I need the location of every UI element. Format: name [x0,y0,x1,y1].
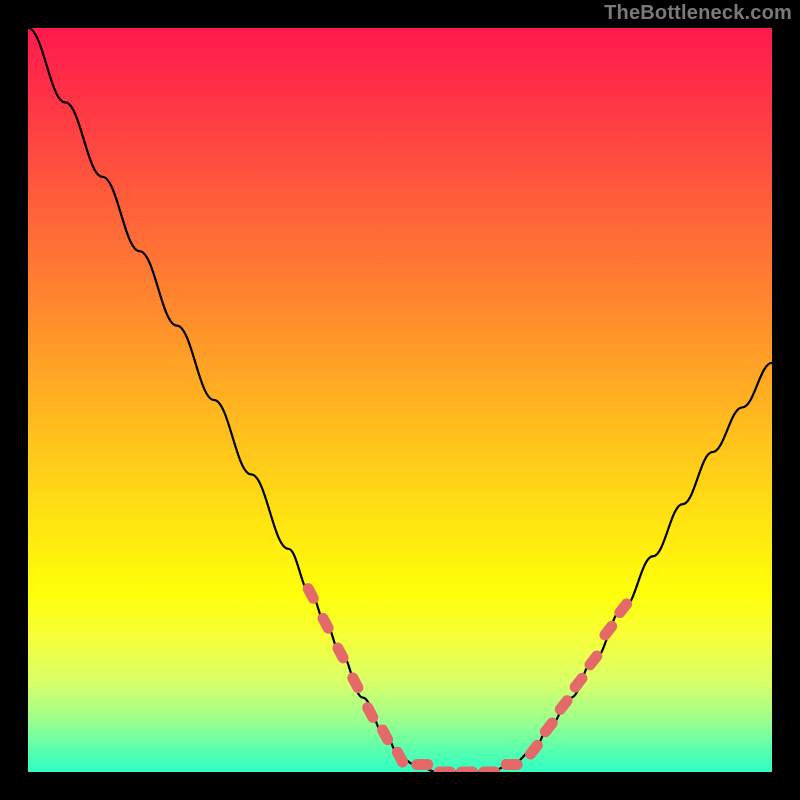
flat-dot-5 [501,759,523,770]
marker-group [301,581,635,772]
right-dot-6 [597,619,619,643]
flat-dot-3 [456,767,478,773]
flat-dot-2 [434,767,456,773]
watermark-text: TheBottleneck.com [604,2,792,25]
left-dot-5 [360,700,380,725]
bottleneck-curve [28,28,772,772]
left-dot-4 [345,670,365,695]
right-dot-1 [523,738,545,762]
left-dot-2 [316,611,336,636]
right-dot-4 [567,671,589,695]
flat-dot-1 [411,759,433,770]
flat-dot-4 [478,767,500,773]
chart-svg [28,28,772,772]
